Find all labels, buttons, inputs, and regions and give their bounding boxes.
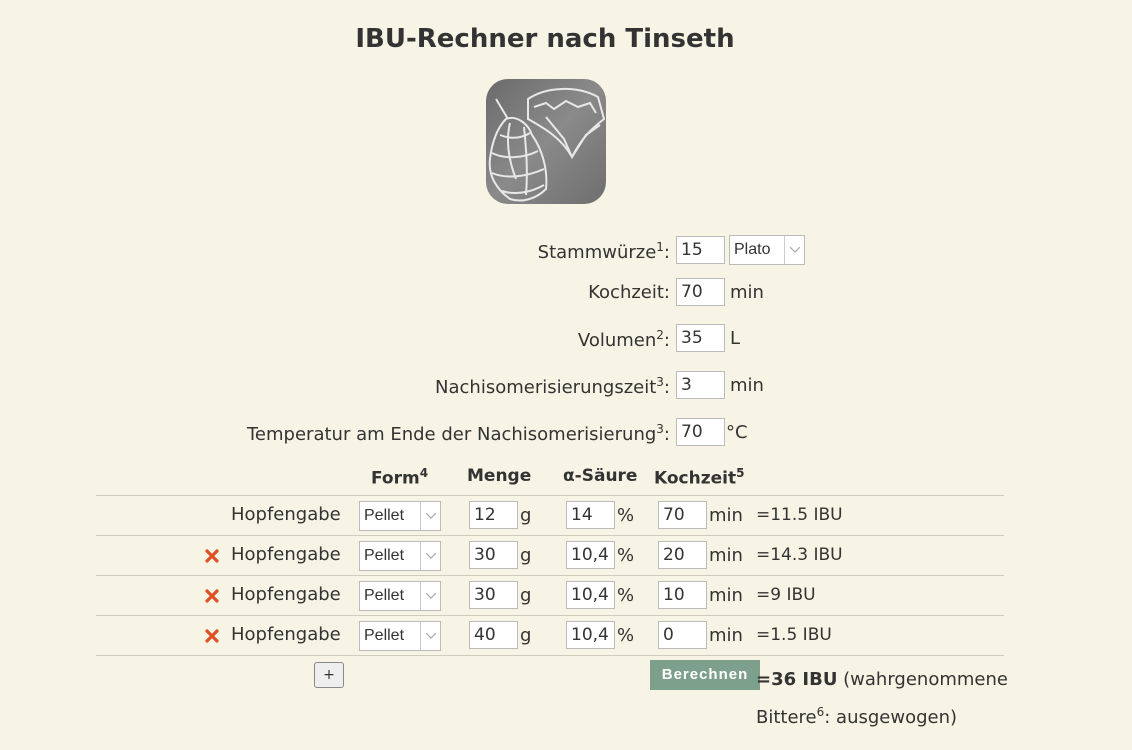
hop-alpha-unit: %: [617, 545, 635, 566]
hop-kochzeit-unit: min: [709, 585, 743, 606]
add-hop-button[interactable]: +: [314, 662, 344, 688]
hop-menge-input[interactable]: 40: [469, 621, 518, 649]
header-form: Form4: [371, 466, 429, 489]
hop-kochzeit-input[interactable]: 20: [658, 541, 707, 569]
hop-row: Hopfengabe Pellet 30 g 10,4 % 20 min =14…: [0, 536, 1132, 576]
label-temperatur: Temperatur am Ende der Nachisomerisierun…: [247, 422, 670, 445]
hop-menge-unit: g: [520, 585, 532, 606]
hop-row: Hopfengabe Pellet 12 g 14 % 70 min =11.5…: [0, 496, 1132, 536]
hop-kochzeit-unit: min: [709, 505, 743, 526]
hop-ibu-value: =11.5 IBU: [756, 505, 843, 525]
hop-alpha-unit: %: [617, 625, 635, 646]
temperatur-input[interactable]: 70: [676, 418, 725, 446]
hop-row: Hopfengabe Pellet 30 g 10,4 % 10 min =9 …: [0, 576, 1132, 616]
delete-x-icon[interactable]: [205, 588, 219, 603]
hop-alpha-unit: %: [617, 505, 635, 526]
page-title: IBU-Rechner nach Tinseth: [355, 24, 735, 54]
hop-menge-input[interactable]: 12: [469, 501, 518, 529]
hop-alpha-input[interactable]: 10,4: [566, 621, 615, 649]
hop-alpha-input[interactable]: 10,4: [566, 581, 615, 609]
chevron-down-icon: [420, 622, 440, 650]
row-temperatur: Temperatur am Ende der Nachisomerisierun…: [0, 418, 1132, 450]
chevron-down-icon: [420, 542, 440, 570]
hop-alpha-input[interactable]: 10,4: [566, 541, 615, 569]
volumen-input[interactable]: 35: [676, 324, 725, 352]
label-kochzeit: Kochzeit:: [588, 282, 670, 303]
hop-ibu-value: =14.3 IBU: [756, 545, 843, 565]
row-nachisomerisierungszeit: Nachisomerisierungszeit3: 3 min: [0, 371, 1132, 403]
hop-row-label: Hopfengabe: [231, 584, 341, 605]
label-volumen: Volumen2:: [577, 328, 670, 351]
hop-row-label: Hopfengabe: [231, 624, 341, 645]
nachisomerisierungszeit-unit: min: [730, 375, 764, 396]
delete-x-icon[interactable]: [205, 548, 219, 563]
stammwuerze-unit-select[interactable]: Plato: [729, 235, 805, 265]
chevron-down-icon: [420, 502, 440, 530]
kochzeit-input[interactable]: 70: [676, 278, 725, 306]
hop-kochzeit-input[interactable]: 70: [658, 501, 707, 529]
hop-form-select[interactable]: Pellet: [359, 581, 441, 611]
hop-alpha-input[interactable]: 14: [566, 501, 615, 529]
chevron-down-icon: [420, 582, 440, 610]
hop-kochzeit-input[interactable]: 10: [658, 581, 707, 609]
hop-ibu-value: =9 IBU: [756, 585, 816, 605]
label-nachisomerisierungszeit: Nachisomerisierungszeit3:: [435, 375, 670, 398]
hop-ibu-value: =1.5 IBU: [756, 625, 832, 645]
row-stammwuerze: Stammwürze1: 15 Plato: [0, 235, 1132, 268]
hop-row-label: Hopfengabe: [231, 504, 341, 525]
hop-form-select[interactable]: Pellet: [359, 501, 441, 531]
hop-kochzeit-input[interactable]: 0: [658, 621, 707, 649]
temperatur-unit: °C: [726, 422, 748, 443]
label-stammwuerze: Stammwürze1:: [537, 240, 670, 263]
divider: [96, 655, 1004, 656]
header-kochzeit: Kochzeit5: [654, 466, 745, 489]
hop-menge-input[interactable]: 30: [469, 541, 518, 569]
hop-form-select[interactable]: Pellet: [359, 541, 441, 571]
hop-kochzeit-unit: min: [709, 625, 743, 646]
delete-x-icon[interactable]: [205, 628, 219, 643]
volumen-unit: L: [730, 328, 741, 349]
hop-row-label: Hopfengabe: [231, 544, 341, 565]
hop-logo: [486, 79, 606, 204]
kochzeit-unit: min: [730, 282, 764, 303]
hop-alpha-unit: %: [617, 585, 635, 606]
header-alpha-saeure: α-Säure: [563, 466, 638, 486]
hop-menge-unit: g: [520, 625, 532, 646]
hop-kochzeit-unit: min: [709, 545, 743, 566]
header-menge: Menge: [467, 466, 532, 486]
stammwuerze-input[interactable]: 15: [676, 236, 725, 264]
hop-menge-unit: g: [520, 545, 532, 566]
hop-menge-input[interactable]: 30: [469, 581, 518, 609]
result-total: =36 IBU: [756, 669, 838, 690]
row-kochzeit: Kochzeit: 70 min: [0, 278, 1132, 310]
calculate-button[interactable]: Berechnen: [650, 660, 760, 690]
hop-form-select[interactable]: Pellet: [359, 621, 441, 651]
result-text: =36 IBU (wahrgenommene Bittere6: ausgewo…: [756, 669, 1008, 728]
row-volumen: Volumen2: 35 L: [0, 324, 1132, 356]
nachisomerisierungszeit-input[interactable]: 3: [676, 371, 725, 399]
hop-menge-unit: g: [520, 505, 532, 526]
chevron-down-icon: [784, 236, 804, 264]
hop-row: Hopfengabe Pellet 40 g 10,4 % 0 min =1.5…: [0, 616, 1132, 656]
